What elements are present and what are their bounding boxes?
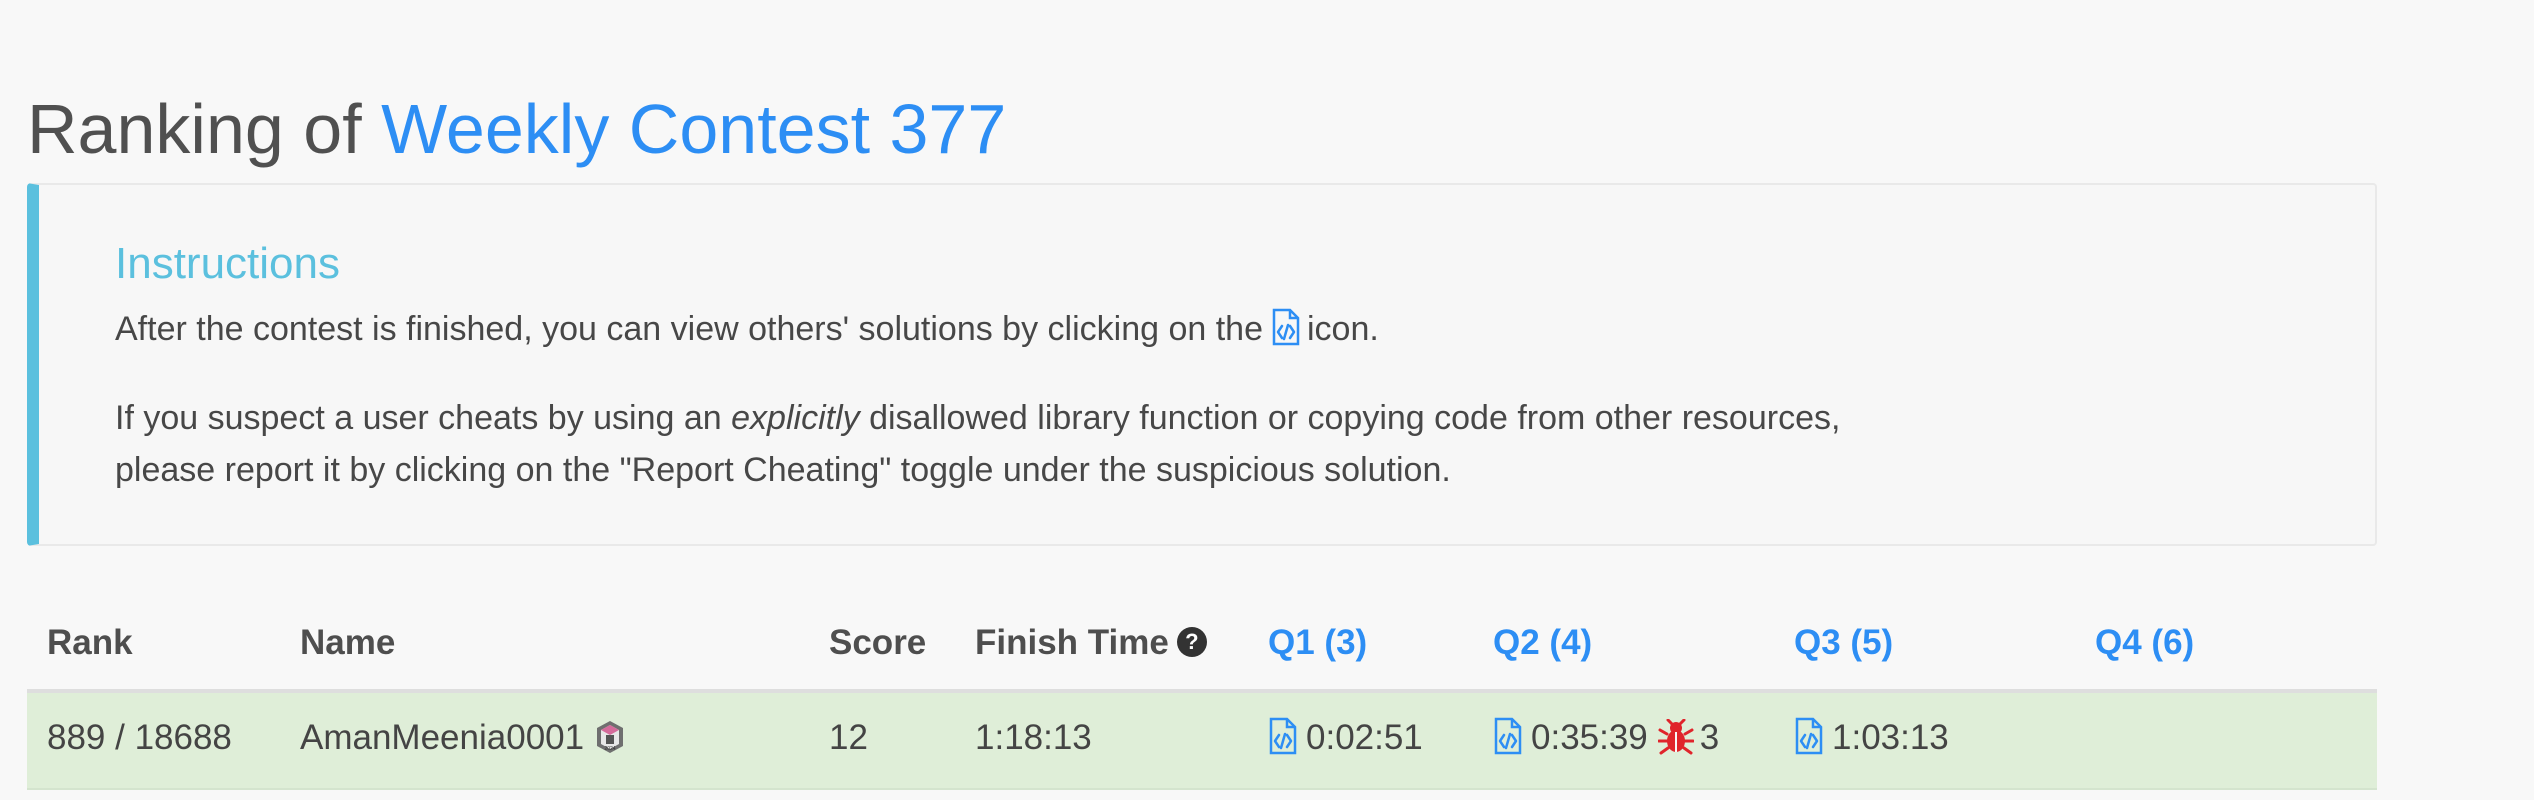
code-file-icon: [1272, 308, 1300, 346]
name-column-header: Name: [300, 623, 396, 662]
q2-column-header[interactable]: Q2 (4): [1493, 606, 1592, 680]
bug-icon: [1657, 719, 1694, 755]
score-column-header: Score: [829, 623, 927, 662]
instructions-paragraph-1: After the contest is finished, you can v…: [115, 303, 2315, 355]
instructions-panel: Instructions After the contest is finish…: [27, 183, 2377, 546]
instructions-line-1-end: icon.: [1306, 310, 1379, 348]
question-circle-icon[interactable]: ?: [1176, 627, 1207, 657]
finish-time-label: Finish Time: [975, 623, 1169, 662]
instructions-title: Instructions: [115, 239, 340, 288]
q2-penalty-count: 3: [1699, 718, 1720, 757]
rank-column-header: Rank: [47, 623, 133, 662]
finish-time-cell: 1:18:13: [975, 718, 1092, 757]
contest-badge-icon: 2024: [597, 721, 624, 753]
q4-column-header[interactable]: Q4 (6): [2095, 606, 2194, 680]
score-cell: 12: [829, 718, 868, 757]
q1-column-header[interactable]: Q1 (3): [1268, 606, 1367, 680]
instructions-paragraph-2: If you suspect a user cheats by using an…: [115, 392, 2315, 496]
finish-time-column-header: Finish Time?: [975, 606, 1207, 680]
rank-cell: 889 / 18688: [47, 718, 232, 757]
instructions-line-3: please report it by clicking on the "Rep…: [115, 451, 1451, 489]
page-title: Ranking of Weekly Contest 377: [27, 81, 1006, 177]
contest-link[interactable]: Weekly Contest 377: [381, 90, 1006, 168]
name-cell: AmanMeenia0001 2024: [300, 693, 626, 783]
instructions-emphasis: explicitly: [731, 399, 860, 437]
code-file-icon[interactable]: [1268, 717, 1298, 755]
q2-time: 0:35:39: [1531, 718, 1648, 757]
q3-column-header[interactable]: Q3 (5): [1794, 606, 1893, 680]
code-file-icon[interactable]: [1794, 717, 1824, 755]
code-file-icon[interactable]: [1493, 717, 1523, 755]
instructions-line-2-start: If you suspect a user cheats by using an: [115, 399, 732, 437]
q2-cell: 0:35:39 3: [1493, 693, 1719, 783]
user-name-link[interactable]: AmanMeenia0001: [300, 718, 584, 757]
q3-cell: 1:03:13: [1794, 693, 1949, 783]
instructions-body: After the contest is finished, you can v…: [115, 303, 2315, 496]
instructions-line-1: After the contest is finished, you can v…: [115, 310, 1263, 348]
q1-time: 0:02:51: [1306, 718, 1423, 757]
title-prefix: Ranking of: [27, 89, 382, 168]
ranking-table-header: Rank Name Score Finish Time? Q1 (3) Q2 (…: [27, 606, 2377, 693]
q1-cell: 0:02:51: [1268, 693, 1423, 783]
svg-text:2024: 2024: [605, 746, 616, 752]
instructions-line-2-end: disallowed library function or copying c…: [859, 399, 1841, 437]
ranking-page: Ranking of Weekly Contest 377 Instructio…: [0, 0, 2534, 800]
table-row: 889 / 18688 AmanMeenia0001 2024 12 1:18:1…: [27, 693, 2377, 790]
q3-time: 1:03:13: [1832, 718, 1949, 757]
